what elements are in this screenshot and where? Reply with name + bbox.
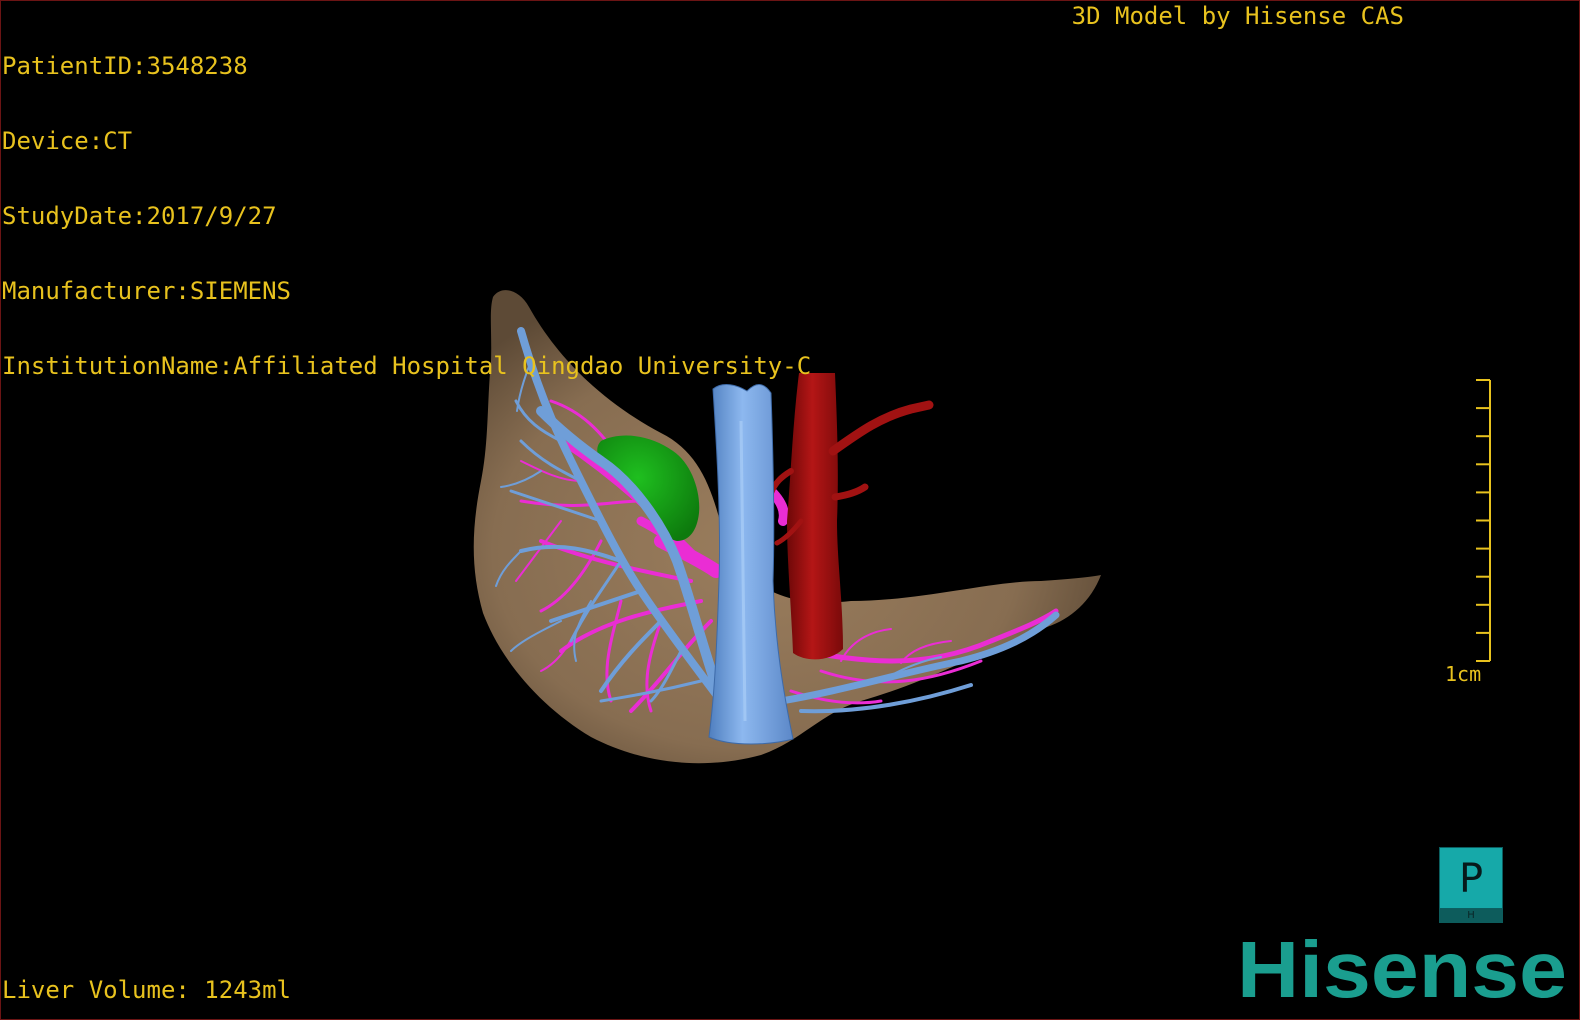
hisense-logo: Hisense bbox=[1237, 933, 1567, 1007]
study-date-label: StudyDate:2017/9/27 bbox=[2, 202, 277, 230]
scale-bar-label: 1cm bbox=[1445, 662, 1482, 686]
dicom-info-panel: PatientID:3548238 Device:CT StudyDate:20… bbox=[2, 4, 811, 429]
scale-bar bbox=[1476, 379, 1491, 662]
model-credit: 3D Model by Hisense CAS bbox=[1071, 2, 1404, 30]
manufacturer-label: Manufacturer:SIEMENS bbox=[2, 277, 291, 305]
institution-label: InstitutionName:Affiliated Hospital Qing… bbox=[2, 352, 812, 380]
orientation-face-posterior[interactable]: P bbox=[1439, 847, 1503, 909]
inferior-vena-cava bbox=[708, 384, 794, 745]
brand-name: Hisense bbox=[1237, 933, 1567, 1007]
orientation-face-head[interactable]: H bbox=[1439, 909, 1503, 923]
device-label: Device:CT bbox=[2, 127, 133, 155]
orientation-cube[interactable]: P H bbox=[1439, 847, 1503, 925]
patient-id-label: PatientID:3548238 bbox=[2, 52, 248, 80]
3d-viewport[interactable]: PatientID:3548238 Device:CT StudyDate:20… bbox=[0, 0, 1580, 1020]
liver-volume-label: Liver Volume: 1243ml bbox=[2, 976, 291, 1004]
